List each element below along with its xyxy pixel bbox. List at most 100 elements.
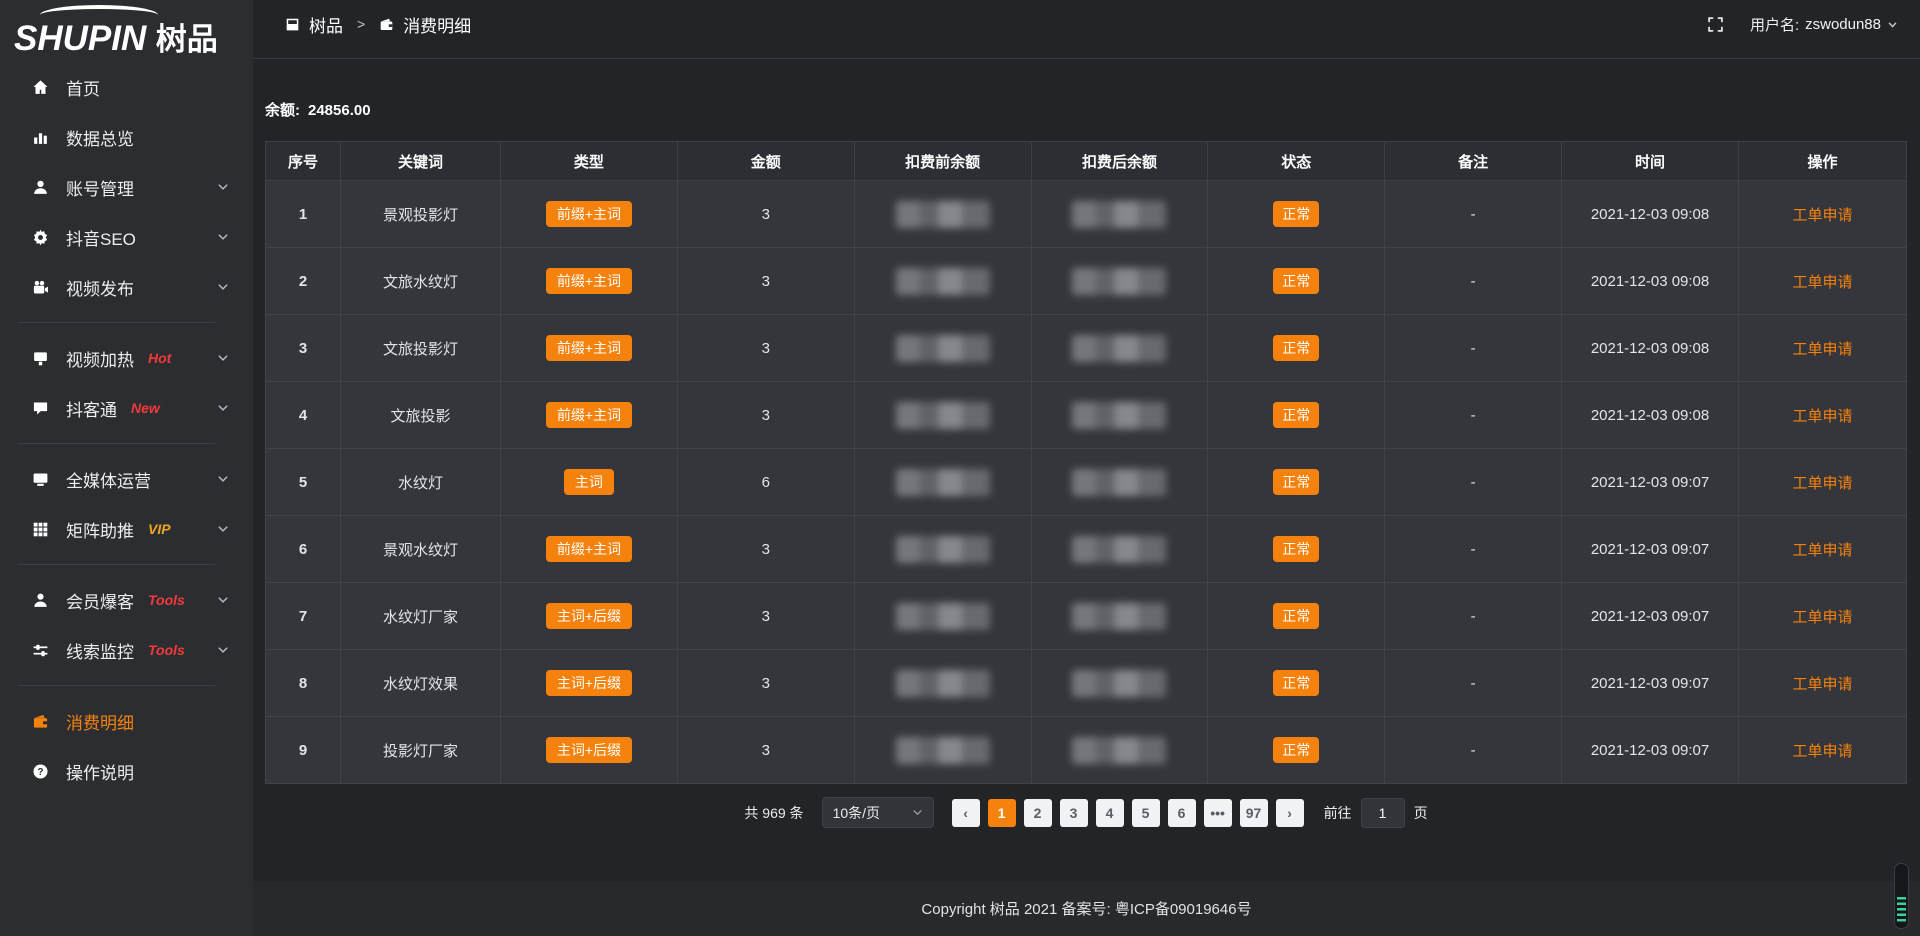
table-column-header: 金额 [677, 142, 854, 181]
sidebar-item-13[interactable]: 线索监控 Tools [0, 625, 253, 675]
question-icon: ? [30, 761, 50, 781]
work-order-link[interactable]: 工单申请 [1792, 542, 1852, 559]
sidebar-item-12[interactable]: 会员爆客Tools [0, 575, 253, 625]
chevron-down-icon [217, 402, 229, 414]
page-ellipsis-button[interactable]: ••• [1204, 799, 1232, 827]
prev-page-button[interactable]: ‹ [952, 799, 980, 827]
cell-type: 前缀+主词 [501, 516, 678, 583]
work-order-link[interactable]: 工单申请 [1792, 475, 1852, 492]
sidebar-item-label: 线索监控 [66, 638, 134, 663]
page-button[interactable]: 3 [1060, 799, 1088, 827]
monitor-icon [30, 469, 50, 489]
cell-status: 正常 [1208, 181, 1385, 248]
breadcrumb-item[interactable]: 树品 [309, 12, 343, 37]
sidebar-item-label: 矩阵助推 [66, 517, 134, 542]
cell-remark: - [1385, 382, 1562, 449]
chevron-down-icon [912, 805, 923, 821]
sidebar-item-2[interactable]: 账号管理 [0, 162, 253, 212]
sidebar-item-0[interactable]: 首页 [0, 62, 253, 112]
cell-type: 前缀+主词 [501, 181, 678, 248]
sidebar-item-label: 账号管理 [66, 175, 134, 200]
cell-status: 正常 [1208, 516, 1385, 583]
cell-type: 主词 [501, 449, 678, 516]
sidebar-item-4[interactable]: 视频发布 [0, 262, 253, 312]
breadcrumb: 树品>消费明细 [285, 12, 471, 37]
cell-action: 工单申请 [1739, 382, 1907, 449]
page-button[interactable]: 1 [988, 799, 1016, 827]
cell-balance-before [854, 516, 1031, 583]
cell-type: 主词+后缀 [501, 583, 678, 650]
cell-keyword: 水纹灯 [341, 449, 501, 516]
redacted-balance [896, 737, 990, 764]
sidebar-item-tag: Tools [148, 642, 185, 658]
copyright-text: Copyright 树品 2021 备案号: 粤ICP备09019646号 [921, 898, 1251, 919]
cell-time: 2021-12-03 09:08 [1562, 181, 1739, 248]
sidebar-item-1[interactable]: 数据总览 [0, 112, 253, 162]
page-button[interactable]: 5 [1132, 799, 1160, 827]
goto-page-input[interactable] [1361, 798, 1405, 828]
home-icon [30, 77, 50, 97]
page-size-select[interactable]: 10条/页 [822, 797, 934, 828]
breadcrumb-item[interactable]: 消费明细 [403, 12, 471, 37]
redacted-balance [1072, 737, 1166, 764]
wallet-icon [379, 17, 394, 32]
cell-amount: 6 [677, 449, 854, 516]
redacted-balance [1072, 469, 1166, 496]
sidebar-item-15[interactable]: 消费明细 [0, 696, 253, 746]
chevron-down-icon [217, 231, 229, 243]
sidebar-item-16[interactable]: ?操作说明 [0, 746, 253, 796]
sidebar-item-10[interactable]: 矩阵助推VIP [0, 504, 253, 554]
work-order-link[interactable]: 工单申请 [1792, 408, 1852, 425]
cell-time: 2021-12-03 09:07 [1562, 717, 1739, 784]
page-button[interactable]: 4 [1096, 799, 1124, 827]
sidebar-item-3[interactable]: 抖音SEO [0, 212, 253, 262]
status-badge: 正常 [1273, 268, 1319, 294]
cell-amount: 3 [677, 516, 854, 583]
page-button[interactable]: 2 [1024, 799, 1052, 827]
cell-no: 7 [266, 583, 341, 650]
cell-remark: - [1385, 583, 1562, 650]
status-badge: 正常 [1273, 670, 1319, 696]
next-page-button[interactable]: › [1276, 799, 1304, 827]
redacted-balance [1072, 268, 1166, 295]
cell-type: 主词+后缀 [501, 650, 678, 717]
type-badge: 前缀+主词 [546, 268, 632, 294]
table-column-header: 序号 [266, 142, 341, 181]
work-order-link[interactable]: 工单申请 [1792, 274, 1852, 291]
page-button[interactable]: 97 [1240, 799, 1268, 827]
fullscreen-icon[interactable] [1707, 16, 1724, 33]
page-button[interactable]: 6 [1168, 799, 1196, 827]
cell-remark: - [1385, 650, 1562, 717]
user-menu[interactable]: 用户名: zswodun88 [1750, 14, 1898, 35]
cell-balance-after [1031, 248, 1208, 315]
sidebar-item-7[interactable]: 抖客通New [0, 383, 253, 433]
work-order-link[interactable]: 工单申请 [1792, 609, 1852, 626]
redacted-balance [896, 670, 990, 697]
work-order-link[interactable]: 工单申请 [1792, 207, 1852, 224]
work-order-link[interactable]: 工单申请 [1792, 341, 1852, 358]
work-order-link[interactable]: 工单申请 [1792, 743, 1852, 760]
gear-icon [30, 227, 50, 247]
sidebar-item-6[interactable]: 视频加热Hot [0, 333, 253, 383]
sidebar-nav: 首页数据总览账号管理抖音SEO视频发布视频加热Hot抖客通New全媒体运营矩阵助… [0, 62, 253, 796]
consumption-table: 序号关键词类型金额扣费前余额扣费后余额状态备注时间操作 1景观投影灯前缀+主词3… [265, 141, 1907, 784]
cell-action: 工单申请 [1739, 717, 1907, 784]
work-order-link[interactable]: 工单申请 [1792, 676, 1852, 693]
cell-balance-before [854, 315, 1031, 382]
cell-action: 工单申请 [1739, 650, 1907, 717]
chevron-down-icon [217, 523, 229, 535]
cell-keyword: 水纹灯厂家 [341, 583, 501, 650]
widget-stripes-icon [1897, 897, 1906, 923]
dashboard-icon [285, 17, 300, 32]
cell-status: 正常 [1208, 315, 1385, 382]
table-row: 5水纹灯主词6正常-2021-12-03 09:07工单申请 [266, 449, 1907, 516]
sidebar-item-tag: Tools [148, 592, 185, 608]
logo-text-cn: 树品 [156, 22, 218, 57]
footer: Copyright 树品 2021 备案号: 粤ICP备09019646号 [253, 881, 1920, 936]
sidebar-item-tag: Hot [148, 350, 171, 366]
floating-widget[interactable] [1894, 863, 1909, 929]
table-row: 1景观投影灯前缀+主词3正常-2021-12-03 09:08工单申请 [266, 181, 1907, 248]
cell-keyword: 文旅投影灯 [341, 315, 501, 382]
sidebar-item-9[interactable]: 全媒体运营 [0, 454, 253, 504]
pagination-total: 共 969 条 [744, 803, 803, 823]
